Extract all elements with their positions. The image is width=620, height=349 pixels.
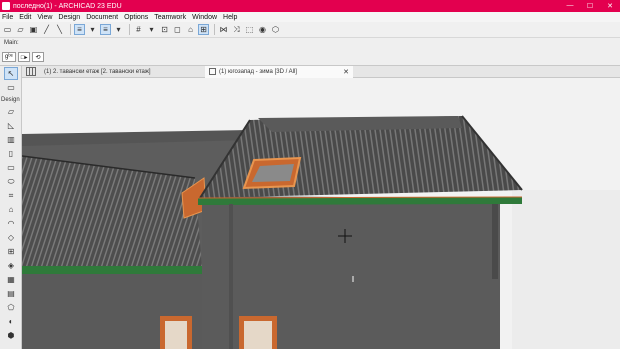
lamp-icon[interactable]: ◐ [4,315,18,328]
pen-icon[interactable]: ▾ [87,24,98,35]
tab-3d-view-label: (1) югозапад - зима [3D / All] [219,68,297,75]
close-window-button[interactable]: ✕ [600,2,620,10]
title-bar: последно(1) - ARCHICAD 23 EDU — ☐ ✕ [0,0,620,12]
marquee-icon[interactable]: ▭ [4,81,18,94]
toolbar-separator [129,24,130,35]
wall-icon[interactable]: ▱ [4,105,18,118]
split-icon[interactable]: ⊞ [198,24,209,35]
menu-file[interactable]: File [2,14,13,21]
zone-icon[interactable]: ▦ [4,273,18,286]
save-icon[interactable]: ▣ [28,24,39,35]
fill-icon[interactable]: ≡ [100,24,111,35]
3d-model-render[interactable] [22,78,620,349]
beam-icon[interactable]: ▭ [4,161,18,174]
inject-icon[interactable]: ╲ [54,24,65,35]
offset-icon[interactable]: ⤨ [231,24,242,35]
door-icon[interactable]: ◺ [4,119,18,132]
geometry-method-button[interactable]: gᵇᵉ [2,52,16,62]
menu-help[interactable]: Help [223,14,237,21]
curtain-wall-icon[interactable]: ▤ [4,287,18,300]
select-icon[interactable]: ◻ [172,24,183,35]
morph-icon[interactable]: ◈ [4,259,18,272]
selection-method-button[interactable]: □▸ [17,52,31,62]
pick-icon[interactable]: ╱ [41,24,52,35]
3d-window-icon [209,68,216,75]
left-parapet-band [22,266,202,274]
magic-icon[interactable]: ▾ [146,24,157,35]
menu-options[interactable]: Options [124,14,148,21]
close-tab-icon[interactable]: ✕ [343,68,349,76]
window-controls: — ☐ ✕ [560,2,620,10]
shell-icon[interactable]: ◠ [4,217,18,230]
trace-icon[interactable]: ⊡ [159,24,170,35]
skylight-icon[interactable]: ◇ [4,231,18,244]
tab-3d-view[interactable]: (1) югозапад - зима [3D / All] ✕ [205,65,353,78]
menu-edit[interactable]: Edit [19,14,31,21]
renovation-icon[interactable]: ⌂ [185,24,196,35]
3d-icon[interactable]: ⬡ [270,24,281,35]
menu-window[interactable]: Window [192,14,217,21]
toolbar-separator [70,24,71,35]
layers-icon[interactable]: ≡ [74,24,85,35]
new-icon[interactable]: ▭ [2,24,13,35]
info-box-label: Main: [4,40,19,46]
info-box: Main: gᵇᵉ □▸ ⟲ [0,38,620,66]
info-box-controls: gᵇᵉ □▸ ⟲ [2,52,46,62]
lower-window-right-glass [244,321,272,349]
window-title: последно(1) - ARCHICAD 23 EDU [13,2,122,10]
object-icon[interactable]: ⬠ [4,301,18,314]
rotate-view-button[interactable]: ⟲ [32,52,44,62]
group-icon[interactable]: ⬚ [244,24,255,35]
window-icon[interactable]: ▥ [4,133,18,146]
view-tab-bar: (1) 2. тавански етаж [2. тавански етаж] … [22,65,620,78]
adjust-icon[interactable]: ⋈ [218,24,229,35]
slab-icon[interactable]: ⬭ [4,175,18,188]
menu-bar: File Edit View Design Document Options T… [0,12,620,22]
lower-window-left-glass [165,321,187,349]
menu-view[interactable]: View [37,14,52,21]
railing-icon[interactable]: ⊞ [4,245,18,258]
arrow-icon[interactable]: ↖ [4,67,18,80]
toolbox: ↖ ▭ Design ▱ ◺ ▥ ▯ ▭ ⬭ ⌗ ⌂ ◠ ◇ ⊞ ◈ ▦ ▤ ⬠… [0,66,22,349]
stair-icon[interactable]: ⌗ [4,189,18,202]
menu-document[interactable]: Document [86,14,118,21]
tab-floor-plan-label: (1) 2. тавански етаж [2. тавански етаж] [44,68,151,75]
wall-corner [229,204,233,349]
menu-design[interactable]: Design [58,14,80,21]
snap-icon[interactable]: # [133,24,144,35]
3d-viewport[interactable] [22,78,620,349]
view-icon[interactable]: ◉ [257,24,268,35]
neighbour-wall [512,190,620,349]
wall-marker [352,276,354,282]
roof-icon[interactable]: ⌂ [4,203,18,216]
maximize-button[interactable]: ☐ [580,2,600,10]
open-icon[interactable]: ▱ [15,24,26,35]
menu-teamwork[interactable]: Teamwork [154,14,186,21]
downpipe [492,204,498,279]
archicad-app-icon [2,2,10,10]
mesh-icon[interactable]: ⬢ [4,329,18,342]
tab-overview-icon[interactable] [26,67,36,76]
tab-floor-plan[interactable]: (1) 2. тавански етаж [2. тавански етаж] [40,66,205,78]
standard-toolbar: ▭ ▱ ▣ ╱ ╲ ≡ ▾ ≡ ▾ # ▾ ⊡ ◻ ⌂ ⊞ ⋈ ⤨ ⬚ ◉ ⬡ [0,22,620,38]
minimize-button[interactable]: — [560,2,580,10]
column-icon[interactable]: ▯ [4,147,18,160]
grid-icon[interactable]: ▾ [113,24,124,35]
toolbar-separator [214,24,215,35]
toolbox-group-label: Design [1,97,20,103]
